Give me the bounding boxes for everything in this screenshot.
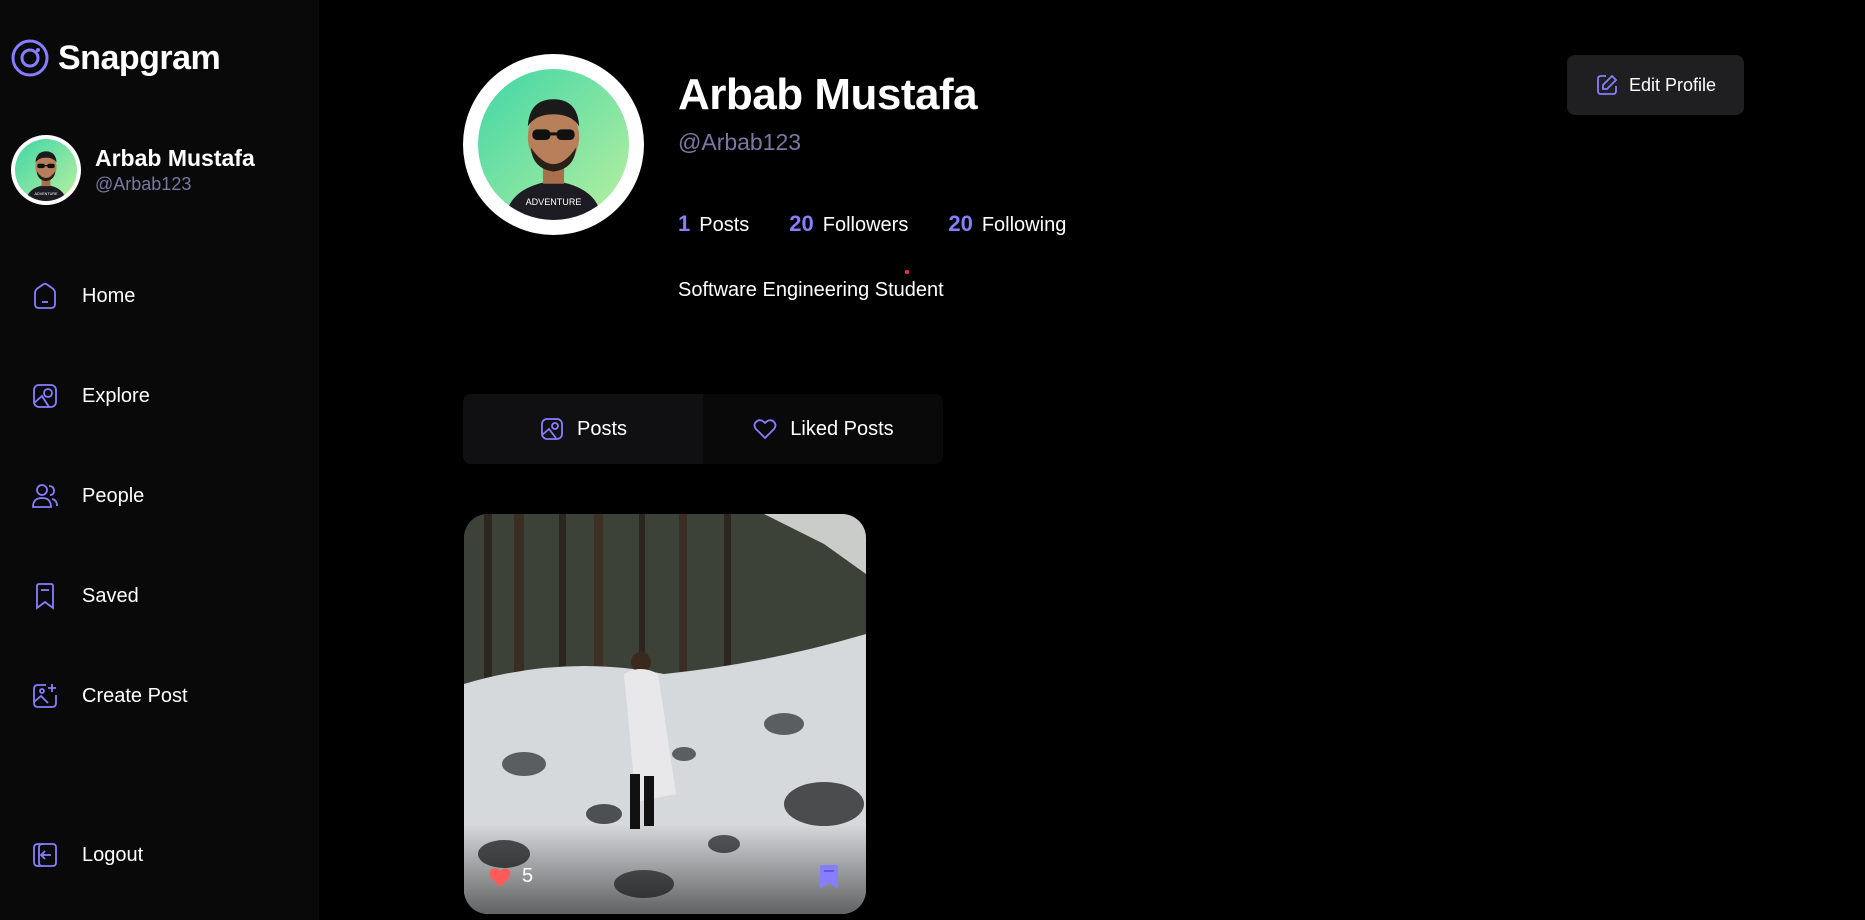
- explore-icon: [33, 384, 57, 408]
- sidebar-item-label: Explore: [82, 384, 150, 407]
- camera-logo-icon: [11, 39, 49, 77]
- stat-label: Following: [981, 214, 1067, 236]
- stat-value: 1: [678, 211, 691, 236]
- sidebar-item-explore[interactable]: Explore: [30, 376, 150, 416]
- create-post-icon: [33, 684, 57, 708]
- sidebar-item-label: Home: [82, 284, 136, 307]
- stat-label: Posts: [699, 214, 750, 236]
- stat-label: Followers: [822, 214, 909, 236]
- avatar-image: [15, 139, 77, 201]
- profile-main: Arbab Mustafa @Arbab123 1 Posts 20 Follo…: [319, 0, 1865, 920]
- sidebar-item-saved[interactable]: Saved: [30, 576, 139, 616]
- sidebar-user-card[interactable]: Arbab Mustafa @Arbab123: [11, 135, 255, 205]
- tab-liked-posts[interactable]: Liked Posts: [703, 394, 943, 464]
- heart-filled-icon: [489, 867, 511, 887]
- user-handle: @Arbab123: [95, 174, 192, 194]
- profile-handle: @Arbab123: [678, 129, 802, 155]
- likes-count: 5: [522, 865, 534, 887]
- logout-label: Logout: [82, 843, 144, 866]
- tab-posts[interactable]: Posts: [463, 394, 703, 464]
- profile-name: Arbab Mustafa: [678, 70, 978, 119]
- edit-profile-label: Edit Profile: [1628, 74, 1717, 95]
- sidebar-item-create-post[interactable]: Create Post: [30, 676, 188, 716]
- sidebar-item-label: People: [82, 484, 145, 507]
- home-icon: [34, 282, 56, 309]
- avatar: [11, 135, 81, 205]
- heart-icon: [753, 419, 777, 440]
- tab-label: Posts: [576, 417, 628, 440]
- sidebar: Snapgram Arbab Mustafa @Arbab123 Home Ex…: [0, 0, 319, 920]
- app-logo[interactable]: Snapgram: [10, 38, 221, 78]
- bookmark-filled-icon[interactable]: [818, 864, 840, 890]
- logout-icon: [33, 843, 57, 867]
- sidebar-item-home[interactable]: Home: [30, 276, 135, 316]
- logout-button[interactable]: Logout: [30, 835, 143, 875]
- sidebar-item-label: Create Post: [82, 684, 188, 707]
- sidebar-item-label: Saved: [82, 584, 139, 607]
- profile-avatar: [463, 54, 644, 235]
- post-likes[interactable]: 5: [488, 865, 533, 888]
- edit-icon: [1597, 74, 1618, 95]
- user-name: Arbab Mustafa: [95, 145, 255, 171]
- people-icon: [32, 484, 58, 508]
- tab-label: Liked Posts: [790, 417, 894, 440]
- stat-value: 20: [948, 211, 973, 236]
- profile-stats: 1 Posts 20 Followers 20 Following: [678, 211, 1066, 237]
- image-icon: [541, 418, 563, 440]
- edit-profile-button[interactable]: Edit Profile: [1567, 55, 1744, 115]
- post-card[interactable]: 5: [464, 514, 866, 914]
- profile-tabs: Posts Liked Posts: [463, 394, 943, 464]
- stat-posts: 1 Posts: [678, 211, 749, 237]
- stat-followers: 20 Followers: [789, 211, 908, 237]
- stat-value: 20: [789, 211, 814, 236]
- sidebar-item-people[interactable]: People: [30, 476, 144, 516]
- bookmark-icon: [36, 583, 54, 610]
- app-name: Snapgram: [58, 38, 221, 77]
- stat-following: 20 Following: [948, 211, 1066, 237]
- profile-avatar-image: [478, 69, 629, 220]
- profile-bio: Software Engineering Student: [678, 279, 944, 301]
- cursor-dot: [905, 270, 909, 274]
